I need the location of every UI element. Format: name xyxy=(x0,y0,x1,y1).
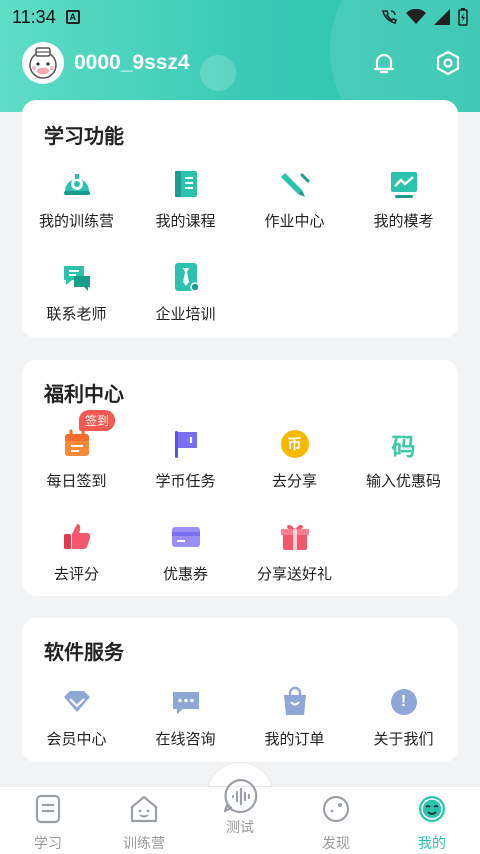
wifi-icon xyxy=(406,9,426,24)
item-label: 去分享 xyxy=(271,473,317,490)
bottom-navigation: 学习 训练营 测试 发现 我的 xyxy=(0,778,480,854)
section-title-learning: 学习功能 xyxy=(44,126,124,148)
test-voice-tab-icon xyxy=(221,777,259,815)
my-courses-item[interactable]: 我的课程 xyxy=(131,150,240,243)
mock-exam-chart-icon xyxy=(384,164,424,204)
item-label: 我的训练营 xyxy=(38,213,114,230)
item-label: 去评分 xyxy=(53,566,99,583)
tab-label: 训练营 xyxy=(123,835,165,851)
item-label: 分享送好礼 xyxy=(256,566,332,583)
coupon-card-icon xyxy=(166,517,206,557)
my-camp-item[interactable]: 我的训练营 xyxy=(22,150,131,243)
battery-icon xyxy=(458,8,468,26)
item-label: 学币任务 xyxy=(155,473,216,490)
go-share-item[interactable]: 币 去分享 xyxy=(240,410,349,503)
bell-icon xyxy=(373,53,395,74)
about-glyph: ! xyxy=(390,689,417,715)
online-consult-item[interactable]: 在线咨询 xyxy=(131,668,240,761)
member-center-item[interactable]: 会员中心 xyxy=(22,668,131,761)
settings-button[interactable] xyxy=(433,48,463,78)
tab-label: 学习 xyxy=(34,835,62,851)
coin-glyph: 币 xyxy=(280,430,309,458)
item-label: 联系老师 xyxy=(46,306,107,323)
camp-bell-icon xyxy=(57,164,97,204)
tab-camp[interactable]: 训练营 xyxy=(96,787,192,854)
tab-label: 测试 xyxy=(226,819,254,835)
notification-icon: A xyxy=(65,10,80,24)
chat-consult-icon xyxy=(166,682,206,722)
username[interactable]: 0000_9ssz4 xyxy=(74,51,190,75)
flag-task-icon xyxy=(166,424,206,464)
settings-hexagon-icon xyxy=(436,50,460,76)
welfare-center-card: 福利中心 签到 每日签到 学币任务 币 去分享 码 输入优惠码 去评分 优惠券 … xyxy=(22,360,458,596)
tab-discover[interactable]: 发现 xyxy=(288,787,384,854)
checkin-badge: 签到 xyxy=(79,410,116,431)
tab-test[interactable]: 测试 xyxy=(192,778,288,854)
cow-avatar-icon xyxy=(29,47,57,79)
study-tab-icon xyxy=(32,793,64,825)
item-label: 会员中心 xyxy=(46,731,107,748)
signal-icon xyxy=(434,9,450,25)
item-label: 我的模考 xyxy=(373,213,434,230)
my-mock-exam-item[interactable]: 我的模考 xyxy=(349,150,458,243)
item-label: 企业培训 xyxy=(155,306,216,323)
tab-mine[interactable]: 我的 xyxy=(384,787,480,854)
notification-bell-button[interactable] xyxy=(369,48,399,78)
tab-label: 发现 xyxy=(322,835,350,851)
enter-promo-code-item[interactable]: 码 输入优惠码 xyxy=(349,410,458,503)
enterprise-training-item[interactable]: 企业培训 xyxy=(131,243,240,336)
homework-center-item[interactable]: 作业中心 xyxy=(240,150,349,243)
item-label: 在线咨询 xyxy=(155,731,216,748)
course-book-icon xyxy=(166,164,206,204)
section-title-service: 软件服务 xyxy=(44,642,124,664)
rate-app-item[interactable]: 去评分 xyxy=(22,503,131,596)
mine-smile-tab-icon xyxy=(416,793,448,825)
status-bar: 11:34 A xyxy=(0,0,480,34)
diamond-vip-icon xyxy=(57,682,97,722)
item-label: 输入优惠码 xyxy=(365,473,441,490)
coin-share-icon: 币 xyxy=(275,424,315,464)
item-label: 关于我们 xyxy=(373,731,434,748)
daily-checkin-item[interactable]: 签到 每日签到 xyxy=(22,410,131,503)
section-title-welfare: 福利中心 xyxy=(44,384,124,406)
info-exclamation-icon: ! xyxy=(384,682,424,722)
tab-label: 我的 xyxy=(418,835,446,851)
tab-study[interactable]: 学习 xyxy=(0,787,96,854)
about-us-item[interactable]: ! 关于我们 xyxy=(349,668,458,761)
contact-teacher-item[interactable]: 联系老师 xyxy=(22,243,131,336)
coupons-item[interactable]: 优惠券 xyxy=(131,503,240,596)
avatar[interactable] xyxy=(22,42,64,84)
item-label: 我的课程 xyxy=(155,213,216,230)
status-time: 11:34 xyxy=(12,6,56,27)
wifi-call-icon xyxy=(382,10,398,24)
thumbs-up-icon xyxy=(57,517,97,557)
gift-icon xyxy=(275,517,315,557)
shopping-bag-order-icon xyxy=(275,682,315,722)
contact-teacher-chat-icon xyxy=(57,257,97,297)
item-label: 我的订单 xyxy=(264,731,325,748)
enterprise-training-tie-icon xyxy=(166,257,206,297)
item-label: 优惠券 xyxy=(162,566,208,583)
my-orders-item[interactable]: 我的订单 xyxy=(240,668,349,761)
homework-pen-icon xyxy=(275,164,315,204)
share-gift-item[interactable]: 分享送好礼 xyxy=(240,503,349,596)
user-profile[interactable]: 0000_9ssz4 xyxy=(22,42,190,84)
software-services-card: 软件服务 会员中心 在线咨询 我的订单 ! 关于我们 xyxy=(22,618,458,762)
item-label: 每日签到 xyxy=(46,473,107,490)
camp-house-tab-icon xyxy=(128,793,160,825)
discover-tab-icon xyxy=(320,793,352,825)
item-label: 作业中心 xyxy=(264,213,325,230)
promo-code-icon: 码 xyxy=(384,424,424,464)
promo-glyph: 码 xyxy=(391,433,416,461)
coin-task-item[interactable]: 学币任务 xyxy=(131,410,240,503)
learning-functions-card: 学习功能 我的训练营 我的课程 作业中心 我的模考 联系老师 企业培训 xyxy=(22,100,458,338)
